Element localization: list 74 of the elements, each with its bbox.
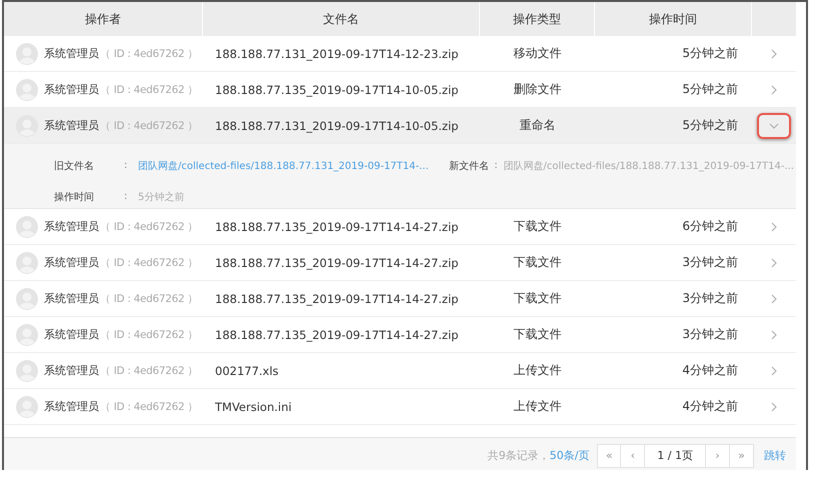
operation-type: 下载文件	[514, 326, 562, 343]
user-id: （ ID : 4ed67262 ）	[100, 400, 198, 414]
file-name: 188.188.77.135_2019-09-17T14-10-05.zip	[215, 82, 458, 96]
avatar-icon	[16, 252, 38, 274]
file-name: 188.188.77.135_2019-09-17T14-14-27.zip	[215, 256, 458, 270]
separator: :	[124, 160, 128, 171]
user-name: 系统管理员	[44, 399, 99, 414]
user-name: 系统管理员	[44, 363, 99, 378]
user-id: （ ID : 4ed67262 ）	[100, 82, 198, 96]
user-id: （ ID : 4ed67262 ）	[100, 118, 198, 132]
record-count: 共9条记录，	[488, 448, 550, 463]
avatar-icon	[16, 216, 38, 238]
operation-time: 3分钟之前	[682, 326, 738, 343]
file-name: TMVersion.ini	[215, 400, 292, 414]
user-id: （ ID : 4ed67262 ）	[100, 256, 198, 270]
file-name: 188.188.77.131_2019-09-17T14-12-23.zip	[215, 46, 458, 60]
chevron-right-icon	[771, 84, 777, 94]
user-id: （ ID : 4ed67262 ）	[100, 46, 198, 60]
operation-type: 上传文件	[514, 362, 562, 379]
operation-type: 移动文件	[514, 45, 562, 62]
file-name: 188.188.77.135_2019-09-17T14-14-27.zip	[215, 328, 458, 342]
chevron-down-icon	[769, 122, 779, 128]
user-id: （ ID : 4ed67262 ）	[100, 292, 198, 306]
avatar-icon	[16, 42, 38, 64]
chevron-right-icon	[771, 222, 777, 232]
avatar-icon	[16, 288, 38, 310]
user-name: 系统管理员	[44, 255, 99, 270]
chevron-right-icon	[771, 330, 777, 340]
avatar-icon	[16, 324, 38, 346]
detail-time: 5分钟之前	[138, 190, 184, 204]
avatar-icon	[16, 396, 38, 418]
separator: :	[494, 160, 499, 171]
chevron-right-icon	[771, 294, 777, 304]
operation-time: 4分钟之前	[682, 362, 738, 379]
user-id: （ ID : 4ed67262 ）	[100, 364, 198, 378]
chevron-right-icon	[771, 402, 777, 412]
detail-label: 新文件名	[449, 160, 490, 172]
user-id: （ ID : 4ed67262 ）	[100, 220, 198, 234]
avatar-icon	[16, 360, 38, 382]
operation-time: 3分钟之前	[682, 290, 738, 307]
user-name: 系统管理员	[44, 291, 99, 306]
expand-button[interactable]	[757, 112, 791, 138]
operation-type: 下载文件	[514, 290, 562, 307]
detail-label: 旧文件名	[54, 160, 95, 172]
file-name: 188.188.77.131_2019-09-17T14-10-05.zip	[215, 118, 458, 132]
file-name: 188.188.77.135_2019-09-17T14-14-27.zip	[215, 220, 458, 234]
user-name: 系统管理员	[44, 219, 99, 234]
separator: :	[124, 191, 128, 202]
new-path: 团队网盘/collected-files/188.188.77.131_2019-09-17T14-...	[503, 160, 794, 172]
chevron-right-icon	[771, 258, 777, 268]
operation-time: 3分钟之前	[682, 254, 738, 271]
operation-time: 5分钟之前	[682, 45, 738, 62]
operation-time: 5分钟之前	[682, 81, 738, 98]
detail-label: 操作时间	[54, 190, 95, 204]
chevron-right-icon	[771, 48, 777, 58]
user-name: 系统管理员	[44, 327, 99, 342]
user-name: 系统管理员	[44, 82, 99, 97]
operation-time: 4分钟之前	[682, 398, 738, 415]
operation-type: 上传文件	[514, 398, 562, 415]
table-row[interactable]: 系统管理员（ ID : 4ed67262 ） 188.188.77.131_2019-09-17T14-10-05.zip 重命名 5分钟之前	[4, 108, 796, 144]
file-name: 188.188.77.135_2019-09-17T14-14-27.zip	[215, 292, 458, 306]
operation-time: 5分钟之前	[682, 117, 738, 134]
operation-type: 重命名	[520, 117, 556, 134]
operation-type: 删除文件	[514, 81, 562, 98]
operation-type: 下载文件	[514, 218, 562, 235]
chevron-right-icon	[771, 366, 777, 376]
operation-type: 下载文件	[514, 254, 562, 271]
avatar-icon	[16, 78, 38, 100]
operation-time: 6分钟之前	[682, 218, 738, 235]
page-indicator: 1 / 1页	[645, 444, 706, 468]
user-name: 系统管理员	[44, 118, 99, 133]
user-name: 系统管理员	[44, 46, 99, 61]
user-id: （ ID : 4ed67262 ）	[100, 328, 198, 342]
file-name: 002177.xls	[215, 364, 279, 378]
